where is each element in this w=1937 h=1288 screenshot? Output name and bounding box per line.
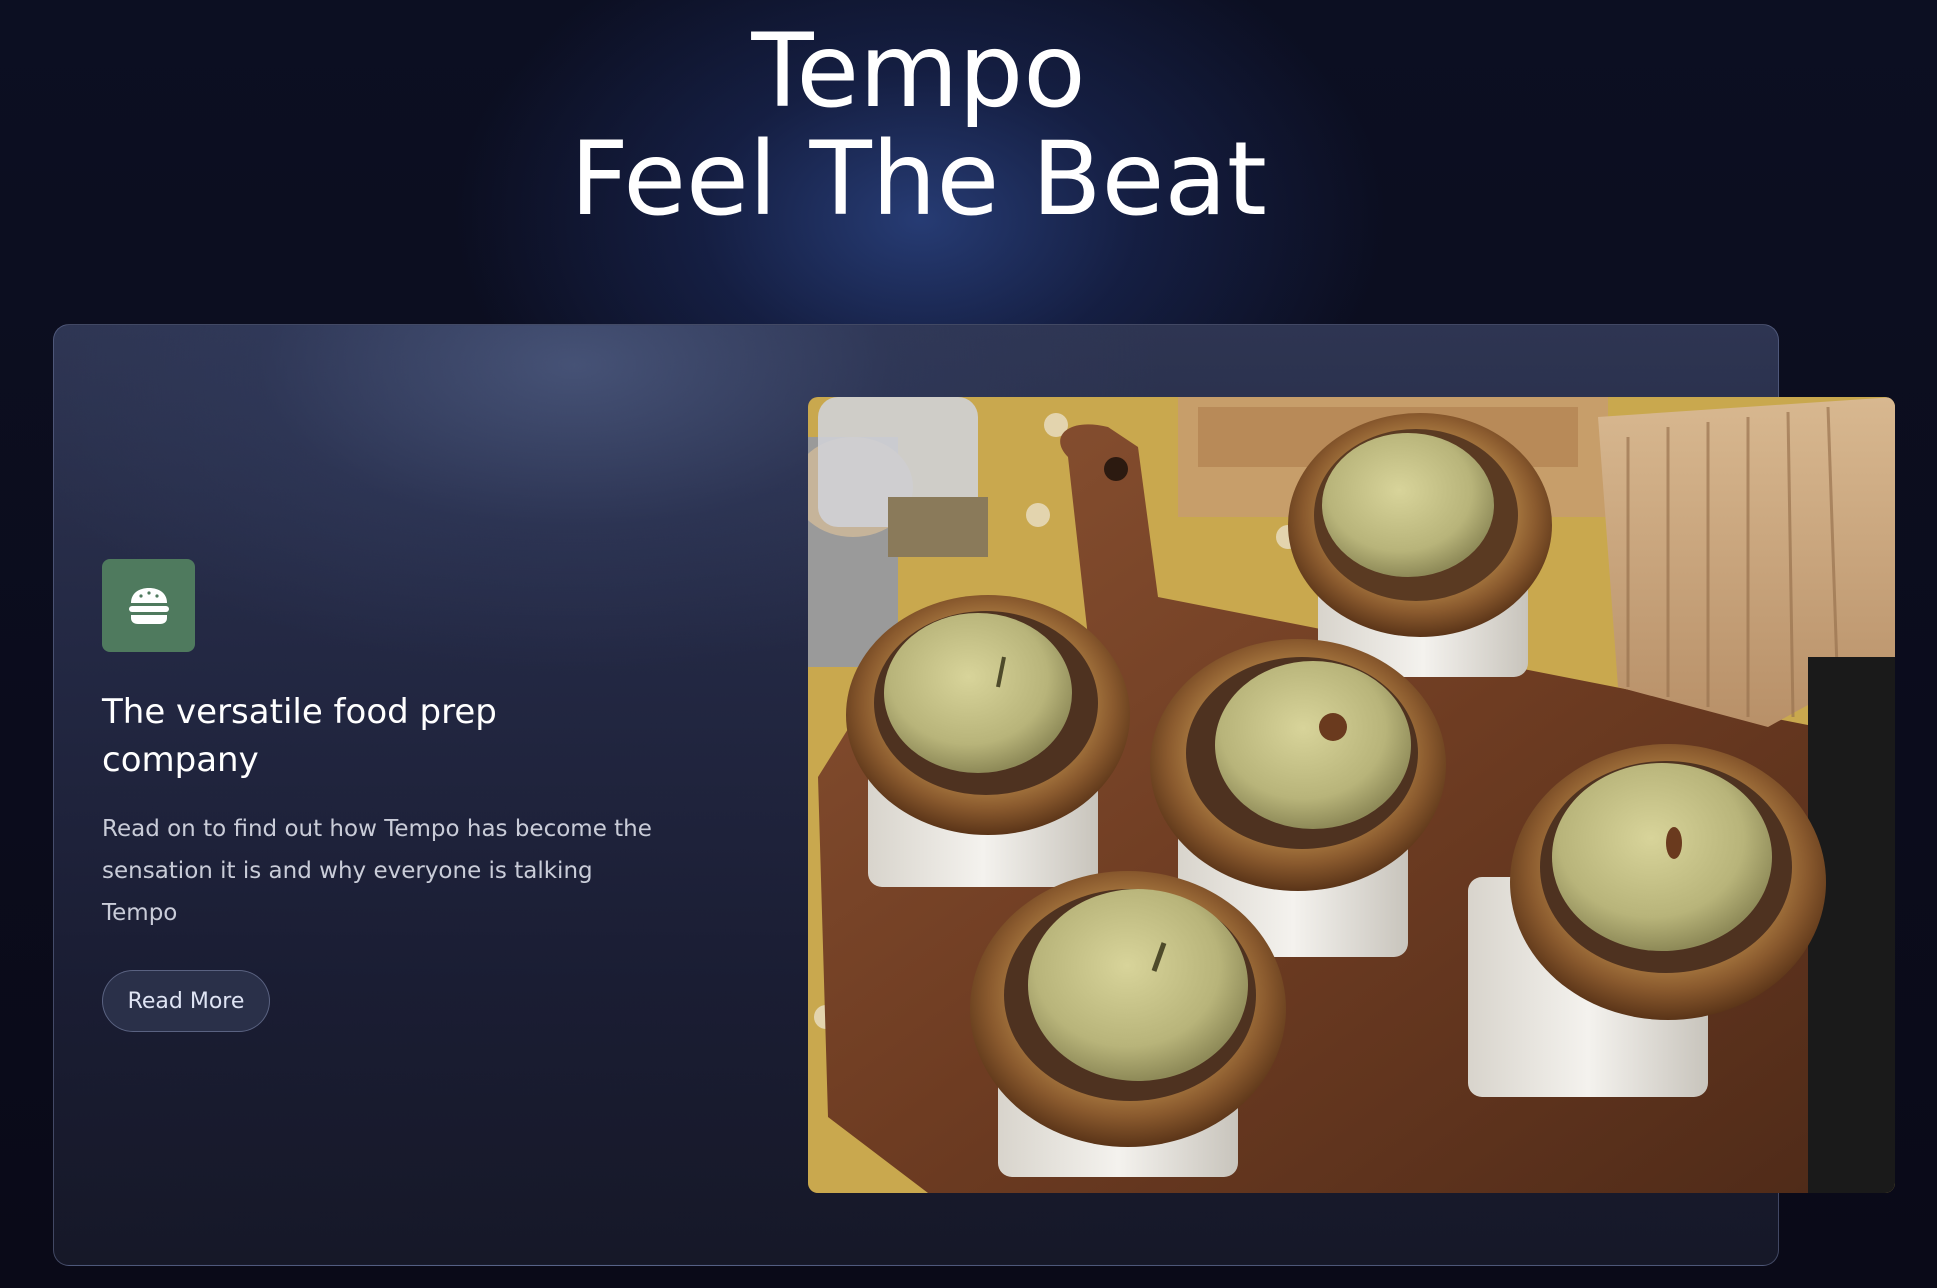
burger-icon: [128, 587, 169, 624]
feature-title: The versatile food prep company: [102, 692, 497, 780]
feature-description: Read on to find out how Tempo has become…: [102, 816, 652, 926]
feature-icon-badge: [102, 559, 195, 652]
hero-title: Tempo Feel The Beat: [0, 18, 1837, 234]
read-more-button[interactable]: Read More: [102, 970, 270, 1032]
hero-title-line1: Tempo: [751, 12, 1086, 131]
pies-photo: [808, 397, 1895, 1193]
hero-title-line2: Feel The Beat: [570, 120, 1267, 239]
